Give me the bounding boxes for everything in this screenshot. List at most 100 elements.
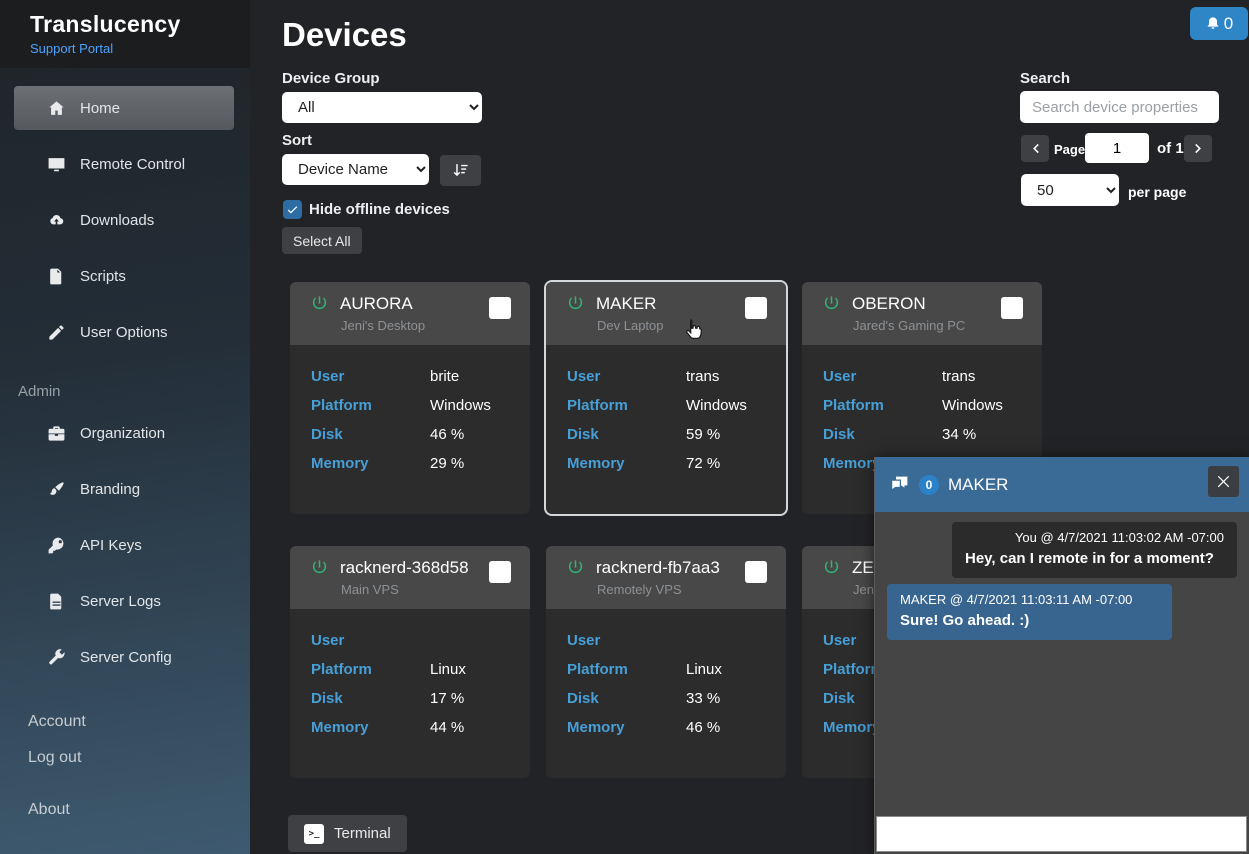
- home-icon: [44, 99, 68, 118]
- chat-title: MAKER: [948, 474, 1009, 494]
- field-label: Disk: [823, 426, 855, 443]
- device-card-maker[interactable]: MAKER Dev Laptop User trans Platform Windo…: [544, 280, 788, 516]
- nav-item-label: Branding: [80, 480, 141, 498]
- device-name: OBERON: [852, 294, 926, 313]
- chevron-right-icon: [1191, 141, 1206, 156]
- field-label: Memory: [311, 455, 369, 472]
- sidebar-item-api-keys[interactable]: API Keys: [14, 523, 234, 567]
- chat-message-meta: You @ 4/7/2021 11:03:02 AM -07:00: [1014, 530, 1224, 545]
- device-card-racknerd-368d58[interactable]: racknerd-368d58 Main VPS User Platform Li…: [290, 546, 530, 778]
- field-label: User: [823, 368, 857, 385]
- device-card-racknerd-fb7aa3[interactable]: racknerd-fb7aa3 Remotely VPS User Platfo…: [546, 546, 786, 778]
- device-name: MAKER: [596, 294, 657, 313]
- field-label: Memory: [311, 719, 369, 736]
- field-label: User: [311, 368, 345, 385]
- field-value: 46 %: [430, 426, 465, 443]
- sidebar: Translucency Support Portal Home Remote …: [0, 0, 250, 854]
- page-title: Devices: [282, 16, 407, 53]
- sidebar-item-user-options[interactable]: User Options: [14, 310, 234, 354]
- sidebar-item-downloads[interactable]: Downloads: [14, 198, 234, 242]
- sidebar-link-about[interactable]: About: [28, 800, 86, 820]
- nav-item-label: Home: [80, 99, 121, 117]
- chat-message-input[interactable]: [876, 816, 1247, 852]
- sidebar-item-organization[interactable]: Organization: [14, 411, 234, 455]
- device-card-body: User Platform Linux Disk 33 % Memory 46 %: [546, 609, 786, 748]
- device-subtitle: Main VPS: [341, 582, 399, 597]
- monitor-icon: [44, 155, 68, 174]
- page-total-label: of 1: [1157, 140, 1184, 157]
- admin-section-label: Admin: [18, 383, 61, 400]
- sidebar-link-account[interactable]: Account: [28, 712, 86, 732]
- power-icon: [311, 295, 328, 317]
- sidebar-item-branding[interactable]: Branding: [14, 467, 234, 511]
- sidebar-item-home[interactable]: Home: [14, 86, 234, 130]
- field-label: Platform: [823, 397, 884, 414]
- search-input[interactable]: [1020, 91, 1219, 123]
- brand: Translucency Support Portal: [0, 0, 250, 68]
- terminal-button-label: Terminal: [334, 825, 391, 842]
- field-value: Windows: [430, 397, 491, 414]
- device-subtitle: Dev Laptop: [597, 318, 664, 333]
- device-name: AURORA: [340, 294, 413, 313]
- brush-icon: [44, 480, 68, 499]
- nav-item-label: Server Config: [80, 648, 172, 666]
- nav-item-label: Remote Control: [80, 155, 186, 173]
- nav-item-label: User Options: [80, 323, 168, 341]
- chat-message-text: Hey, can I remote in for a moment?: [965, 550, 1214, 567]
- terminal-button[interactable]: >_ Terminal: [288, 815, 407, 852]
- device-group-select[interactable]: All: [282, 92, 482, 123]
- field-label: Disk: [567, 690, 599, 707]
- per-page-label: per page: [1128, 184, 1187, 200]
- nav-item-label: Downloads: [80, 211, 155, 229]
- sidebar-item-server-config[interactable]: Server Config: [14, 635, 234, 679]
- per-page-select[interactable]: 50: [1021, 174, 1119, 206]
- chat-message-text: Sure! Go ahead. :): [900, 612, 1030, 629]
- sort-direction-button[interactable]: [440, 155, 481, 186]
- field-label: Platform: [567, 397, 628, 414]
- sidebar-link-log-out[interactable]: Log out: [28, 748, 86, 768]
- check-icon: [286, 203, 299, 216]
- notifications-button[interactable]: 0: [1190, 7, 1248, 40]
- field-value: 17 %: [430, 690, 465, 707]
- bell-icon: [1205, 16, 1221, 32]
- chat-message-meta: MAKER @ 4/7/2021 11:03:11 AM -07:00: [900, 592, 1133, 607]
- device-select-checkbox[interactable]: [489, 297, 511, 319]
- key-icon: [44, 536, 68, 555]
- select-all-button[interactable]: Select All: [282, 227, 362, 254]
- power-icon: [823, 295, 840, 317]
- field-value: 34 %: [942, 426, 977, 443]
- field-label: Disk: [567, 426, 599, 443]
- field-value: 33 %: [686, 690, 721, 707]
- chat-close-button[interactable]: [1208, 466, 1239, 497]
- device-select-checkbox[interactable]: [745, 561, 767, 583]
- sidebar-item-remote-control[interactable]: Remote Control: [14, 142, 234, 186]
- sort-select[interactable]: Device Name: [282, 154, 429, 185]
- power-icon: [567, 559, 584, 581]
- sort-label: Sort: [282, 132, 312, 149]
- field-label: User: [567, 632, 601, 649]
- chat-bubbles-icon: [889, 474, 910, 495]
- field-label: Memory: [567, 719, 625, 736]
- page-number-input[interactable]: [1085, 133, 1149, 163]
- next-page-button[interactable]: [1184, 135, 1212, 162]
- sidebar-item-scripts[interactable]: Scripts: [14, 254, 234, 298]
- device-select-checkbox[interactable]: [745, 297, 767, 319]
- nav-item-label: API Keys: [80, 536, 142, 554]
- chat-message: You @ 4/7/2021 11:03:02 AM -07:00 Hey, c…: [952, 522, 1237, 578]
- device-select-checkbox[interactable]: [489, 561, 511, 583]
- device-card-header: MAKER Dev Laptop: [546, 282, 786, 345]
- prev-page-button[interactable]: [1021, 135, 1049, 162]
- field-label: Memory: [567, 455, 625, 472]
- sidebar-item-server-logs[interactable]: Server Logs: [14, 579, 234, 623]
- field-value: Linux: [686, 661, 722, 678]
- chat-message: MAKER @ 4/7/2021 11:03:11 AM -07:00 Sure…: [887, 584, 1172, 640]
- device-select-checkbox[interactable]: [1001, 297, 1023, 319]
- support-portal-link[interactable]: Support Portal: [30, 41, 113, 56]
- field-label: Disk: [311, 690, 343, 707]
- device-card-header: racknerd-fb7aa3 Remotely VPS: [546, 546, 786, 609]
- device-card-header: AURORA Jeni's Desktop: [290, 282, 530, 345]
- device-card-aurora[interactable]: AURORA Jeni's Desktop User brite Platform…: [290, 282, 530, 514]
- field-value: Linux: [430, 661, 466, 678]
- field-value: Windows: [942, 397, 1003, 414]
- hide-offline-checkbox[interactable]: [283, 200, 302, 219]
